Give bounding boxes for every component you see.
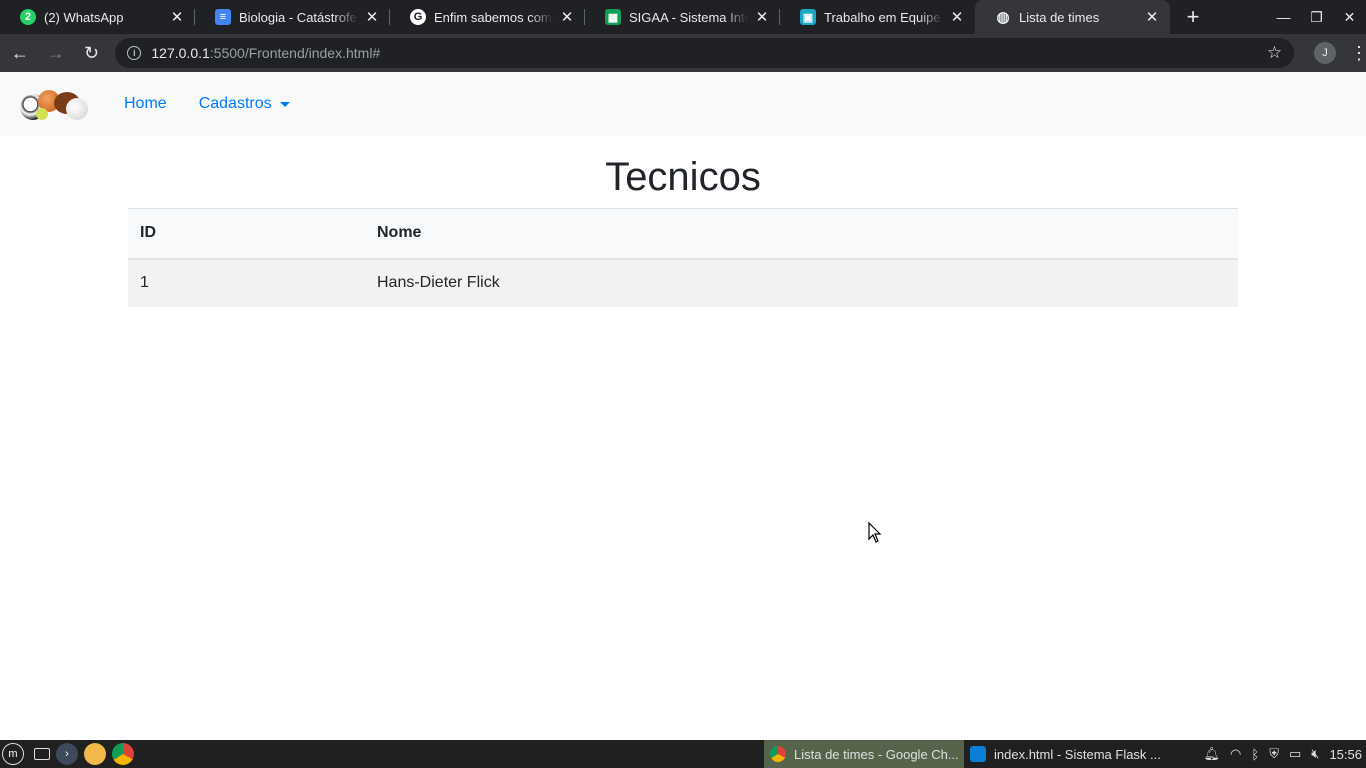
tab-title: Trabalho em Equipe - [824, 9, 943, 25]
mouse-cursor-icon [868, 522, 882, 543]
nav-cadastros-dropdown[interactable]: Cadastros [199, 95, 290, 113]
reload-icon[interactable]: ↻ [76, 37, 108, 69]
files-icon[interactable] [84, 743, 106, 765]
window-controls: — ❐ ✕ [1267, 0, 1366, 34]
chrome-icon[interactable] [112, 743, 134, 765]
globe-icon: ◍ [996, 9, 1010, 26]
tab-biologia[interactable]: ≡ Biologia - Catástrofes ✕ [195, 0, 390, 34]
caret-down-icon [279, 101, 290, 107]
volume-muted-icon[interactable]: 🔇︎ [1311, 746, 1319, 762]
url-host: 127.0.0.1 [151, 45, 210, 61]
column-header-id: ID [128, 208, 365, 260]
clock[interactable]: 15:56 [1329, 747, 1362, 762]
close-icon[interactable]: ✕ [559, 8, 575, 26]
tab-title: Lista de times [1019, 9, 1100, 25]
bluetooth-icon[interactable]: ᛒ [1251, 747, 1259, 762]
google-docs-icon: ≡ [215, 9, 231, 25]
column-header-nome: Nome [365, 208, 1238, 260]
table-row: 1 Hans-Dieter Flick [128, 258, 1238, 307]
browser-toolbar: ← → ↻ i 127.0.0.1 :5500/Frontend/index.h… [0, 34, 1366, 72]
new-tab-button[interactable]: + [1176, 0, 1210, 34]
terminal-icon[interactable]: › [56, 743, 78, 765]
close-icon[interactable]: ✕ [949, 8, 965, 26]
battery-icon[interactable]: ▭ [1289, 746, 1301, 762]
google-sheets-icon: ▦ [605, 9, 621, 25]
google-classroom-icon: ▣ [800, 9, 816, 25]
tab-title: Biologia - Catástrofes [239, 9, 358, 25]
cell-id: 1 [128, 258, 365, 307]
close-icon[interactable]: ✕ [364, 8, 380, 26]
table-header-row: ID Nome [128, 208, 1238, 260]
shield-icon[interactable]: ⛨ [1269, 746, 1279, 762]
page-title: Tecnicos [605, 155, 761, 199]
sports-balls-logo[interactable] [18, 84, 88, 124]
nav-cadastros-label: Cadastros [198, 95, 272, 112]
page-content: Home Cadastros Tecnicos ID Nome 1 Hans-D… [0, 72, 1366, 740]
show-desktop-icon[interactable] [34, 748, 50, 760]
chrome-icon [770, 746, 786, 762]
site-info-icon[interactable]: i [127, 46, 142, 60]
profile-avatar[interactable]: J [1314, 42, 1336, 64]
tab-trabalho[interactable]: ▣ Trabalho em Equipe - ✕ [780, 0, 975, 34]
tab-title: SIGAA - Sistema Integr [629, 9, 748, 25]
tab-whatsapp[interactable]: 2 (2) WhatsApp ✕ [0, 0, 195, 34]
browser-menu-icon[interactable]: ⋮ [1350, 43, 1366, 64]
notification-bell-icon[interactable]: 🔔︎ [1204, 746, 1221, 762]
system-tray: 🔔︎ ◠ ᛒ ⛨ ▭ 🔇︎ 15:56 [1204, 746, 1366, 762]
tab-sigaa[interactable]: ▦ SIGAA - Sistema Integr ✕ [585, 0, 780, 34]
taskbar-window-chrome[interactable]: Lista de times - Google Ch... [764, 740, 964, 768]
browser-tab-strip: 2 (2) WhatsApp ✕ ≡ Biologia - Catástrofe… [0, 0, 1366, 34]
tab-lista-de-times[interactable]: ◍ Lista de times ✕ [975, 0, 1170, 34]
taskbar-window-title: Lista de times - Google Ch... [794, 746, 959, 762]
cell-nome: Hans-Dieter Flick [365, 258, 1238, 307]
back-icon[interactable]: ← [4, 37, 36, 69]
close-icon[interactable]: ✕ [1144, 8, 1160, 26]
mint-menu-icon[interactable]: m [2, 743, 24, 765]
address-bar[interactable]: i 127.0.0.1 :5500/Frontend/index.html# ☆ [115, 38, 1295, 68]
wifi-icon[interactable]: ◠ [1230, 746, 1241, 762]
taskbar-window-title: index.html - Sistema Flask ... [994, 746, 1161, 762]
tab-title: (2) WhatsApp [44, 9, 124, 25]
close-icon[interactable]: ✕ [169, 8, 185, 26]
os-taskbar: m › Lista de times - Google Ch... index.… [0, 740, 1366, 768]
logo-ball [66, 98, 88, 120]
google-icon: G [410, 9, 426, 25]
tab-enfim[interactable]: G Enfim sabemos como s ✕ [390, 0, 585, 34]
close-window-icon[interactable]: ✕ [1333, 0, 1366, 34]
site-navbar: Home Cadastros [0, 72, 1366, 136]
close-icon[interactable]: ✕ [754, 8, 770, 26]
forward-icon[interactable]: → [40, 37, 72, 69]
nav-home-link[interactable]: Home [124, 95, 167, 113]
whatsapp-icon: 2 [20, 9, 36, 25]
url-path: :5500/Frontend/index.html# [209, 45, 381, 61]
logo-ball [36, 108, 48, 120]
maximize-icon[interactable]: ❐ [1300, 0, 1333, 34]
bookmark-star-icon[interactable]: ☆ [1267, 43, 1282, 63]
tab-title: Enfim sabemos como s [434, 9, 553, 25]
vscode-icon [970, 746, 986, 762]
minimize-icon[interactable]: — [1267, 0, 1300, 34]
tecnicos-table: ID Nome 1 Hans-Dieter Flick [128, 208, 1238, 307]
taskbar-window-vscode[interactable]: index.html - Sistema Flask ... [964, 740, 1164, 768]
